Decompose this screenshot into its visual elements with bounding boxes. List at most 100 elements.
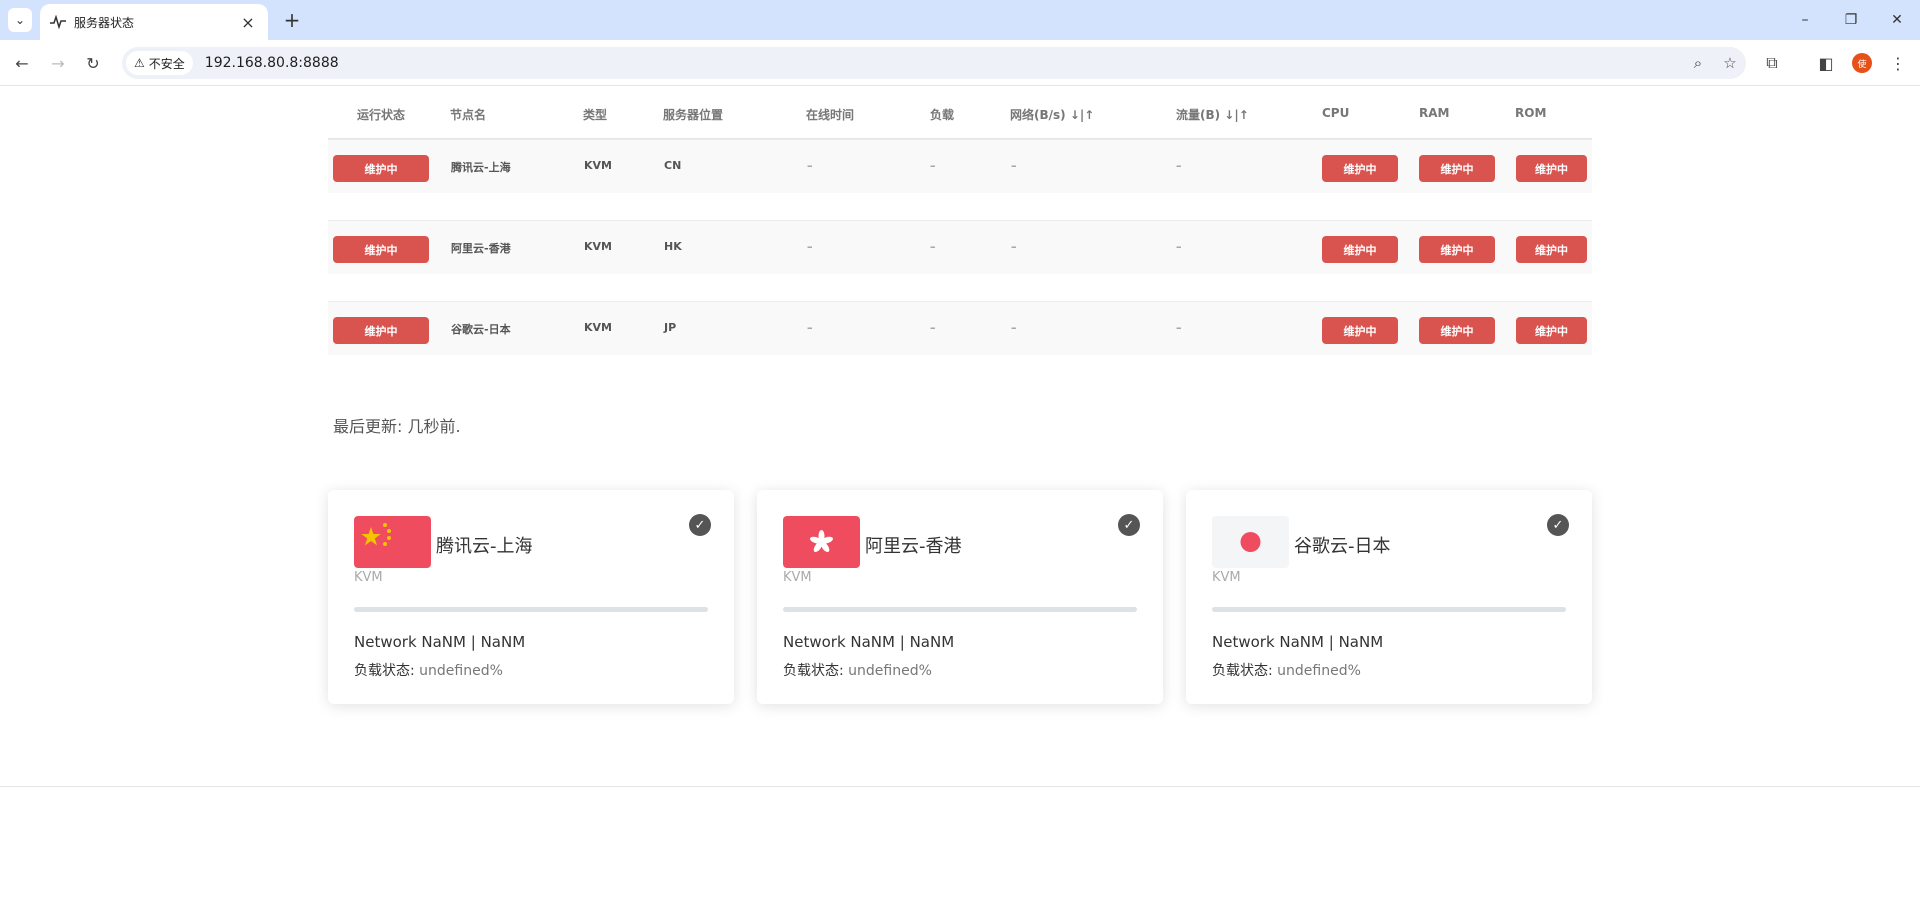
close-window-button[interactable]: ✕: [1874, 0, 1920, 40]
load-progress-bar: [783, 607, 1137, 612]
card-load-label: 负载状态:: [354, 663, 415, 679]
card-network: Network NaNM | NaNM: [1212, 633, 1384, 651]
tab-search-button[interactable]: ⌄: [8, 8, 32, 32]
card-load: 负载状态: undefined%: [1212, 660, 1361, 680]
zoom-icon[interactable]: ⌕: [1682, 49, 1714, 77]
minimize-button[interactable]: –: [1782, 0, 1828, 40]
security-chip[interactable]: ⚠ 不安全: [126, 51, 193, 75]
header-location: 服务器位置: [663, 108, 724, 122]
extensions-icon[interactable]: ⧉: [1758, 49, 1786, 77]
check-circle-icon: ✓: [689, 514, 711, 536]
node-name-cell: 阿里云-香港: [451, 242, 511, 255]
ram-badge: 维护中: [1419, 317, 1495, 344]
load-cell: –: [930, 321, 936, 334]
header-uptime: 在线时间: [806, 108, 855, 122]
card-load-value: undefined%: [419, 663, 503, 679]
location-cell: JP: [664, 321, 677, 334]
type-cell: KVM: [584, 240, 612, 253]
check-circle-icon: ✓: [1118, 514, 1140, 536]
side-panel-icon[interactable]: ◧: [1812, 49, 1840, 77]
card-node-type: KVM: [354, 570, 383, 585]
traffic-cell: –: [1176, 321, 1182, 334]
security-label: 不安全: [148, 56, 185, 71]
server-card[interactable]: 腾讯云-上海 KVM ✓ Network NaNM | NaNM 负载状态: u…: [328, 490, 734, 704]
rom-badge: 维护中: [1516, 236, 1587, 263]
jp-flag-icon: [1212, 516, 1289, 568]
card-node-type: KVM: [783, 570, 812, 585]
reload-icon[interactable]: ↻: [79, 49, 107, 77]
browser-tab-active[interactable]: 服务器状态 ×: [40, 4, 268, 40]
uptime-cell: –: [807, 240, 813, 253]
new-tab-button[interactable]: +: [280, 8, 304, 32]
table-row: 维护中 谷歌云-日本 KVM JP – – – – 维护中 维护中 维护中: [328, 301, 1592, 355]
type-cell: KVM: [584, 321, 612, 334]
network-cell: –: [1011, 240, 1017, 253]
card-network: Network NaNM | NaNM: [783, 633, 955, 651]
card-load-label: 负载状态:: [1212, 663, 1273, 679]
cpu-badge: 维护中: [1322, 317, 1398, 344]
page-content: 运行状态 节点名 类型 服务器位置 在线时间 负载 网络(B/s) ↓|↑ 流量…: [0, 87, 1920, 912]
rom-badge: 维护中: [1516, 155, 1587, 182]
card-node-name: 腾讯云-上海: [436, 536, 533, 557]
tab-close-icon[interactable]: ×: [238, 12, 258, 32]
traffic-cell: –: [1176, 240, 1182, 253]
footer-divider: [0, 786, 1920, 787]
load-progress-bar: [354, 607, 708, 612]
header-type: 类型: [583, 108, 608, 122]
table-row: 维护中 阿里云-香港 KVM HK – – – – 维护中 维护中 维护中: [328, 220, 1592, 274]
rom-badge: 维护中: [1516, 317, 1587, 344]
warning-icon: ⚠: [134, 56, 145, 70]
type-cell: KVM: [584, 159, 612, 172]
ram-badge: 维护中: [1419, 155, 1495, 182]
card-load-value: undefined%: [848, 663, 932, 679]
profile-avatar[interactable]: 使: [1852, 53, 1872, 73]
card-load-label: 负载状态:: [783, 663, 844, 679]
menu-kebab-icon[interactable]: ⋮: [1884, 49, 1912, 77]
restore-button[interactable]: ❐: [1828, 0, 1874, 40]
card-node-name: 阿里云-香港: [865, 536, 962, 557]
status-badge: 维护中: [333, 236, 429, 263]
traffic-cell: –: [1176, 159, 1182, 172]
check-circle-icon: ✓: [1547, 514, 1569, 536]
header-traffic[interactable]: 流量(B) ↓|↑: [1176, 106, 1249, 123]
header-rom: ROM: [1515, 106, 1547, 120]
uptime-cell: –: [807, 321, 813, 334]
table-row: 维护中 腾讯云-上海 KVM CN – – – – 维护中 维护中 维护中: [328, 139, 1592, 193]
back-icon[interactable]: ←: [8, 49, 36, 77]
status-badge: 维护中: [333, 155, 429, 182]
browser-tabbar: ⌄ 服务器状态 × + – ❐ ✕: [0, 0, 1920, 40]
node-name-cell: 谷歌云-日本: [451, 323, 511, 336]
card-node-type: KVM: [1212, 570, 1241, 585]
card-load: 负载状态: undefined%: [783, 660, 932, 680]
card-node-name: 谷歌云-日本: [1294, 536, 1391, 557]
header-network[interactable]: 网络(B/s) ↓|↑: [1010, 106, 1094, 123]
header-status: 运行状态: [357, 108, 406, 122]
forward-icon[interactable]: →: [44, 49, 72, 77]
card-load: 负载状态: undefined%: [354, 660, 503, 680]
load-progress-bar: [1212, 607, 1566, 612]
pulse-icon: [50, 14, 66, 30]
header-node-name: 节点名: [450, 108, 487, 122]
server-card[interactable]: 谷歌云-日本 KVM ✓ Network NaNM | NaNM 负载状态: u…: [1186, 490, 1592, 704]
browser-toolbar: ← → ↻ ⚠ 不安全 192.168.80.8:8888 ⌕ ☆ ⧉ ◧ ⋮: [0, 40, 1920, 86]
card-load-value: undefined%: [1277, 663, 1361, 679]
address-bar[interactable]: ⚠ 不安全 192.168.80.8:8888 ⌕ ☆: [122, 47, 1746, 79]
header-cpu: CPU: [1322, 106, 1350, 120]
server-card[interactable]: 阿里云-香港 KVM ✓ Network NaNM | NaNM 负载状态: u…: [757, 490, 1163, 704]
url-text[interactable]: 192.168.80.8:8888: [205, 55, 1682, 71]
network-cell: –: [1011, 159, 1017, 172]
cpu-badge: 维护中: [1322, 155, 1398, 182]
location-cell: HK: [664, 240, 682, 253]
header-ram: RAM: [1419, 106, 1450, 120]
hk-flag-icon: [783, 516, 860, 568]
cpu-badge: 维护中: [1322, 236, 1398, 263]
cn-flag-icon: [354, 516, 431, 568]
location-cell: CN: [664, 159, 682, 172]
load-cell: –: [930, 240, 936, 253]
network-cell: –: [1011, 321, 1017, 334]
ram-badge: 维护中: [1419, 236, 1495, 263]
status-badge: 维护中: [333, 317, 429, 344]
card-network: Network NaNM | NaNM: [354, 633, 526, 651]
uptime-cell: –: [807, 159, 813, 172]
bookmark-star-icon[interactable]: ☆: [1714, 49, 1746, 77]
